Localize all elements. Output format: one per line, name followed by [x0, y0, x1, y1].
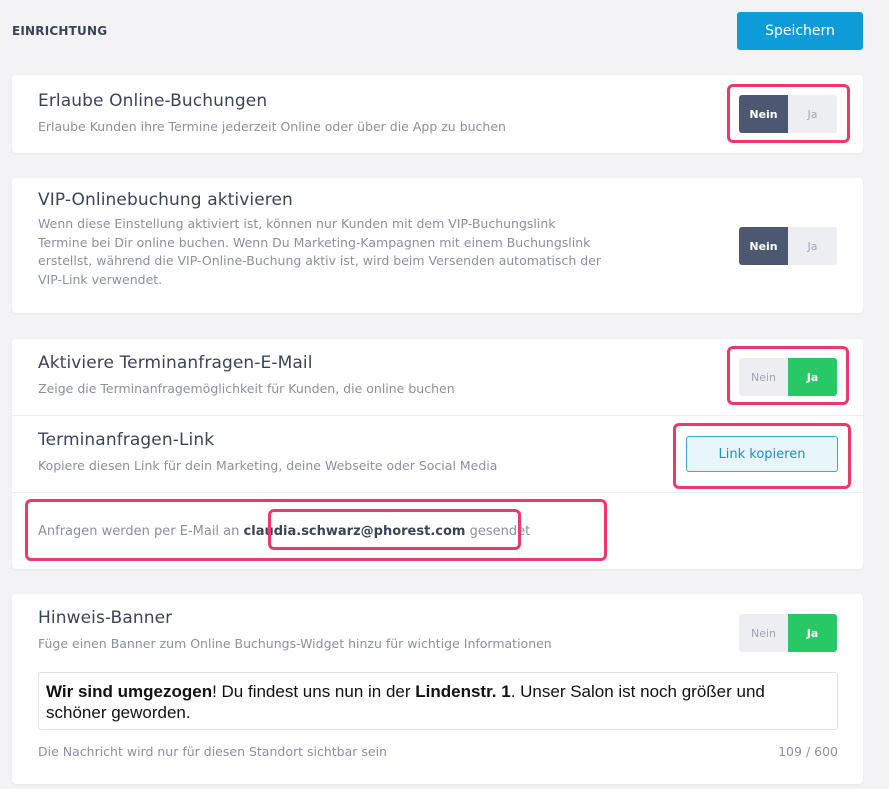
online-booking-title: Erlaube Online-Buchungen: [38, 91, 268, 111]
request-link-row: Terminanfragen-Link Kopiere diesen Link …: [12, 415, 863, 492]
vip-booking-no-option[interactable]: Nein: [739, 227, 788, 265]
online-booking-card: Erlaube Online-Buchungen Erlaube Kunden …: [12, 75, 863, 153]
banner-message-editor[interactable]: Wir sind umgezogen! Du findest uns nun i…: [38, 672, 838, 730]
online-booking-yes-option[interactable]: Ja: [788, 95, 837, 133]
banner-message-text: ! Du findest uns nun in der: [212, 682, 416, 701]
request-email-yes-option[interactable]: Ja: [788, 358, 837, 396]
vip-booking-card: VIP-Onlinebuchung aktivieren Wenn diese …: [12, 178, 863, 313]
banner-title: Hinweis-Banner: [38, 608, 173, 628]
page-header: EINRICHTUNG Speichern: [12, 0, 863, 62]
email-info-suffix: gesendet: [465, 523, 531, 539]
request-email-description: Zeige die Terminanfragemöglichkeit für K…: [38, 381, 455, 396]
banner-no-option[interactable]: Nein: [739, 614, 788, 652]
request-email-no-option[interactable]: Nein: [739, 358, 788, 396]
banner-message-bold: Wir sind umgezogen: [46, 682, 213, 701]
online-booking-toggle[interactable]: Nein Ja: [739, 95, 837, 133]
email-info-row: Anfragen werden per E-Mail an claudia.sc…: [12, 492, 863, 569]
banner-message-bold: Lindenstr. 1: [415, 682, 511, 701]
vip-description-line: VIP-Link verwendet.: [38, 271, 163, 287]
vip-booking-title: VIP-Onlinebuchung aktivieren: [38, 190, 293, 210]
online-booking-description: Erlaube Kunden ihre Termine jederzeit On…: [38, 119, 506, 134]
banner-card: Hinweis-Banner Füge einen Banner zum Onl…: [12, 594, 863, 784]
request-email-row: Aktiviere Terminanfragen-E-Mail Zeige di…: [12, 339, 863, 415]
vip-description-line: Termine bei Dir online buchen. Wenn Du M…: [38, 234, 591, 250]
request-email-title: Aktiviere Terminanfragen-E-Mail: [38, 353, 313, 373]
vip-description-line: Wenn diese Einstellung aktiviert ist, kö…: [38, 216, 556, 231]
save-button[interactable]: Speichern: [737, 12, 863, 50]
page-title: EINRICHTUNG: [12, 24, 108, 38]
vip-booking-description: Wenn diese Einstellung aktiviert ist, kö…: [38, 215, 837, 289]
email-info-prefix: Anfragen werden per E-Mail an: [38, 523, 244, 539]
notification-email: claudia.schwarz@phorest.com: [243, 523, 466, 539]
copy-link-button[interactable]: Link kopieren: [686, 436, 838, 472]
online-booking-no-option[interactable]: Nein: [739, 95, 788, 133]
banner-visibility-note: Die Nachricht wird nur für diesen Stando…: [38, 744, 387, 759]
vip-description-line: erstellst, während die VIP-Online-Buchun…: [38, 253, 601, 268]
banner-char-count: 109 / 600: [778, 744, 838, 759]
vip-booking-yes-option[interactable]: Ja: [788, 227, 837, 265]
banner-description: Füge einen Banner zum Online Buchungs-Wi…: [38, 636, 552, 651]
banner-yes-option[interactable]: Ja: [788, 614, 837, 652]
request-settings-card: Aktiviere Terminanfragen-E-Mail Zeige di…: [12, 339, 863, 569]
vip-booking-toggle[interactable]: Nein Ja: [739, 227, 837, 265]
request-email-toggle[interactable]: Nein Ja: [739, 358, 837, 396]
email-info-text: Anfragen werden per E-Mail an claudia.sc…: [38, 524, 530, 539]
banner-toggle[interactable]: Nein Ja: [739, 614, 837, 652]
